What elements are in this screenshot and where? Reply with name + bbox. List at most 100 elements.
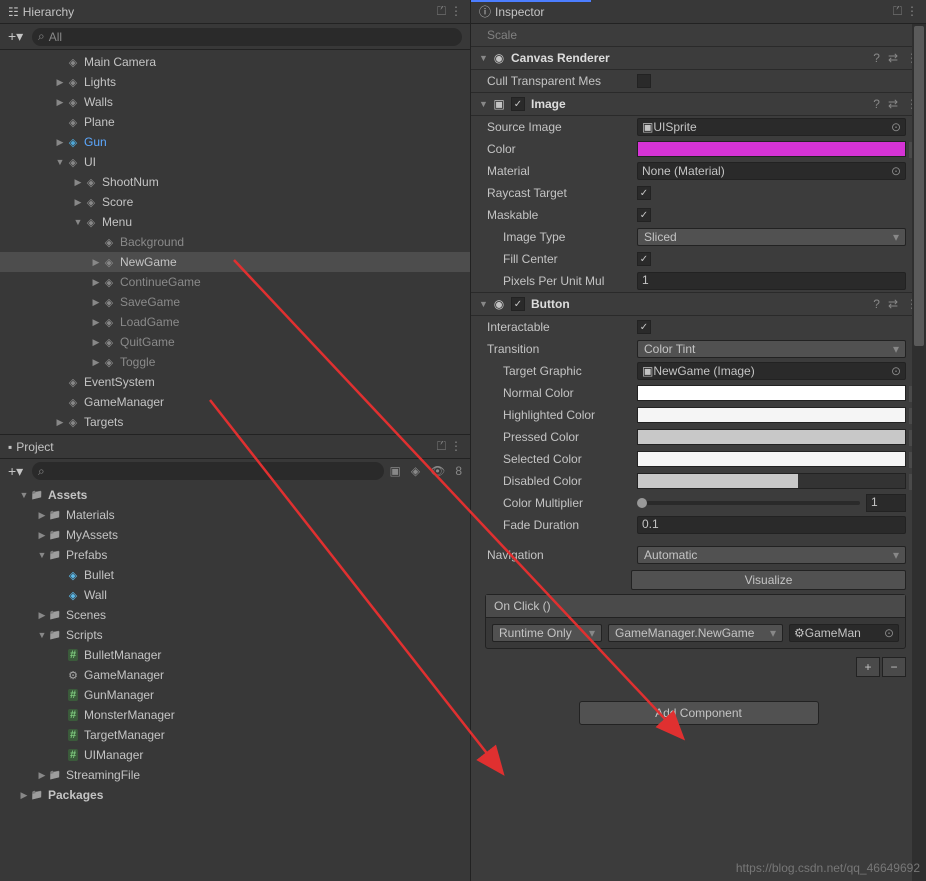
- expand-arrow[interactable]: ▶: [90, 337, 102, 348]
- foldout-arrow[interactable]: ▼: [479, 99, 491, 109]
- menu-icon[interactable]: ⋮: [450, 439, 462, 454]
- expand-arrow[interactable]: ▼: [36, 630, 48, 640]
- event-object-field[interactable]: ⚙ GameMan ⊙: [789, 624, 899, 642]
- canvas-renderer-header[interactable]: ▼ ◉ Canvas Renderer ? ⇄ ⋮: [471, 46, 926, 70]
- expand-arrow[interactable]: ▶: [36, 510, 48, 521]
- menu-icon[interactable]: ⋮: [450, 4, 462, 19]
- tree-item[interactable]: ▶Score: [0, 192, 470, 212]
- tree-item[interactable]: ▶Gun: [0, 132, 470, 152]
- object-picker-icon[interactable]: ⊙: [884, 626, 894, 640]
- object-picker-icon[interactable]: ⊙: [891, 120, 901, 134]
- tree-item[interactable]: ▶ContinueGame: [0, 272, 470, 292]
- remove-event-button[interactable]: −: [882, 657, 906, 677]
- lock-icon[interactable]: ⏍: [893, 4, 902, 19]
- lock-icon[interactable]: ⏍: [437, 4, 446, 19]
- expand-arrow[interactable]: ▶: [90, 277, 102, 288]
- expand-arrow[interactable]: ▼: [36, 550, 48, 560]
- tree-item[interactable]: ▶Scenes: [0, 605, 470, 625]
- expand-arrow[interactable]: ▼: [18, 490, 30, 500]
- selected-color-field[interactable]: /: [637, 451, 906, 467]
- highlighted-color-field[interactable]: /: [637, 407, 906, 423]
- expand-arrow[interactable]: ▶: [72, 197, 84, 208]
- tree-item[interactable]: ▶MyAssets: [0, 525, 470, 545]
- add-component-button[interactable]: Add Component: [579, 701, 819, 725]
- tree-item[interactable]: GameManager: [0, 392, 470, 412]
- tree-item[interactable]: ▶StreamingFile: [0, 765, 470, 785]
- help-icon[interactable]: ?: [873, 51, 880, 65]
- ppu-field[interactable]: 1: [637, 272, 906, 290]
- expand-arrow[interactable]: ▶: [18, 790, 30, 801]
- tree-item[interactable]: ▶LoadGame: [0, 312, 470, 332]
- disabled-color-field[interactable]: /: [637, 473, 906, 489]
- tag-icon[interactable]: ◈: [411, 464, 420, 478]
- fade-duration-field[interactable]: 0.1: [637, 516, 906, 534]
- add-button[interactable]: +▾: [8, 28, 26, 45]
- tree-item[interactable]: Wall: [0, 585, 470, 605]
- foldout-arrow[interactable]: ▼: [479, 53, 491, 63]
- maskable-checkbox[interactable]: [637, 208, 651, 222]
- expand-arrow[interactable]: ▶: [90, 297, 102, 308]
- add-event-button[interactable]: +: [856, 657, 880, 677]
- visibility-icon[interactable]: ◉: [491, 51, 507, 65]
- tree-item[interactable]: ▶Walls: [0, 92, 470, 112]
- target-graphic-field[interactable]: ▣ NewGame (Image) ⊙: [637, 362, 906, 380]
- transition-dropdown[interactable]: Color Tint: [637, 340, 906, 358]
- preset-icon[interactable]: ⇄: [888, 97, 898, 111]
- color-multiplier-value[interactable]: 1: [866, 494, 906, 512]
- expand-arrow[interactable]: ▶: [54, 97, 66, 108]
- tree-item[interactable]: ▶Lights: [0, 72, 470, 92]
- image-type-dropdown[interactable]: Sliced: [637, 228, 906, 246]
- object-picker-icon[interactable]: ⊙: [891, 364, 901, 378]
- tree-item[interactable]: Background: [0, 232, 470, 252]
- add-button[interactable]: +▾: [8, 463, 26, 480]
- expand-arrow[interactable]: ▶: [90, 357, 102, 368]
- normal-color-field[interactable]: /: [637, 385, 906, 401]
- expand-arrow[interactable]: ▶: [36, 530, 48, 541]
- hierarchy-search[interactable]: ⌕ All: [32, 28, 462, 46]
- tree-item[interactable]: ▼Menu: [0, 212, 470, 232]
- image-enabled-checkbox[interactable]: [511, 97, 525, 111]
- expand-arrow[interactable]: ▶: [90, 257, 102, 268]
- filter-icon[interactable]: ▣: [390, 464, 401, 478]
- expand-arrow[interactable]: ▶: [90, 317, 102, 328]
- fill-center-checkbox[interactable]: [637, 252, 651, 266]
- button-enabled-checkbox[interactable]: [511, 297, 525, 311]
- tree-item[interactable]: ▼Prefabs: [0, 545, 470, 565]
- color-field[interactable]: /: [637, 141, 906, 157]
- tree-item[interactable]: ▶QuitGame: [0, 332, 470, 352]
- hidden-icon[interactable]: 👁: [430, 464, 445, 478]
- cull-transparent-checkbox[interactable]: [637, 74, 651, 88]
- expand-arrow[interactable]: ▶: [54, 417, 66, 428]
- tree-item[interactable]: ▶SaveGame: [0, 292, 470, 312]
- lock-icon[interactable]: ⏍: [437, 439, 446, 454]
- expand-arrow[interactable]: ▶: [36, 610, 48, 621]
- tree-item[interactable]: TargetManager: [0, 725, 470, 745]
- hierarchy-tree[interactable]: Main Camera▶Lights▶WallsPlane▶Gun▼UI▶Sho…: [0, 50, 470, 434]
- button-component-header[interactable]: ▼ ◉ Button ? ⇄ ⋮: [471, 292, 926, 316]
- tree-item[interactable]: ▶Toggle: [0, 352, 470, 372]
- expand-arrow[interactable]: ▶: [72, 177, 84, 188]
- help-icon[interactable]: ?: [873, 297, 880, 311]
- tree-item[interactable]: UIManager: [0, 745, 470, 765]
- tree-item[interactable]: ▼Scripts: [0, 625, 470, 645]
- project-tree[interactable]: ▼Assets▶Materials▶MyAssets▼PrefabsBullet…: [0, 483, 470, 881]
- tree-item[interactable]: Bullet: [0, 565, 470, 585]
- expand-arrow[interactable]: ▼: [54, 157, 66, 167]
- tree-item[interactable]: GunManager: [0, 685, 470, 705]
- pressed-color-field[interactable]: /: [637, 429, 906, 445]
- preset-icon[interactable]: ⇄: [888, 297, 898, 311]
- tree-item[interactable]: ▼UI: [0, 152, 470, 172]
- tree-item[interactable]: ▼Assets: [0, 485, 470, 505]
- runtime-dropdown[interactable]: Runtime Only: [492, 624, 602, 642]
- source-image-field[interactable]: ▣ UISprite ⊙: [637, 118, 906, 136]
- tree-item[interactable]: GameManager: [0, 665, 470, 685]
- interactable-checkbox[interactable]: [637, 320, 651, 334]
- tree-item[interactable]: ▶NewGame: [0, 252, 470, 272]
- project-search[interactable]: ⌕: [32, 462, 384, 480]
- tree-item[interactable]: ▶Targets: [0, 412, 470, 432]
- expand-arrow[interactable]: ▼: [72, 217, 84, 227]
- image-component-header[interactable]: ▼ ▣ Image ? ⇄ ⋮: [471, 92, 926, 116]
- tree-item[interactable]: Main Camera: [0, 52, 470, 72]
- tree-item[interactable]: Plane: [0, 112, 470, 132]
- color-multiplier-slider[interactable]: [637, 501, 860, 505]
